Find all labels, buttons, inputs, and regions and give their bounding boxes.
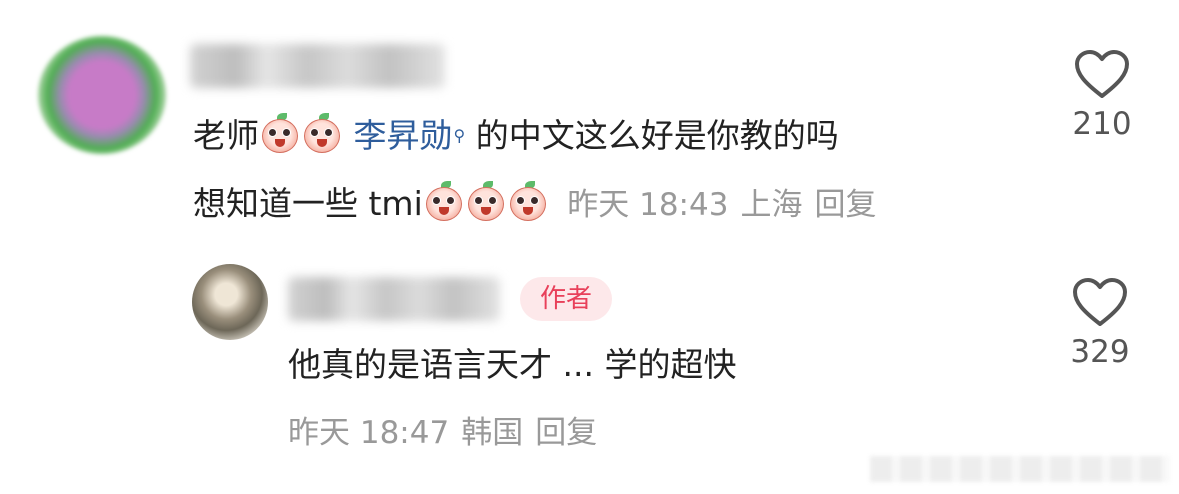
comment-meta: 昨天 18:43 上海 回复 — [567, 187, 888, 223]
comment-reply-button[interactable]: 回复 — [814, 187, 876, 223]
username-redacted[interactable] — [190, 44, 445, 88]
comment-text-line1: 老师 李昇勋⚲ 的中文这么好是你教的吗 — [193, 113, 839, 158]
author-badge: 作者 — [520, 277, 613, 321]
reply-text: 他真的是语言天才 ... 学的超快 — [288, 345, 737, 384]
heart-outline-icon[interactable] — [1073, 48, 1131, 100]
mention-link[interactable]: 李昇勋 — [354, 116, 453, 155]
watermark — [870, 456, 1170, 482]
like-count: 329 — [1070, 334, 1130, 370]
reply-reply-button[interactable]: 回复 — [535, 415, 597, 451]
comment-location: 上海 — [740, 187, 803, 223]
comment-text-suffix: 的中文这么好是你教的吗 — [475, 116, 839, 155]
peach-face-emoji-icon — [508, 181, 548, 222]
reply-location: 韩国 — [461, 415, 524, 451]
reply-username-redacted[interactable] — [288, 277, 500, 321]
peach-face-emoji-icon — [466, 181, 506, 222]
search-mention-icon: ⚲ — [453, 126, 466, 145]
peach-face-emoji-icon — [424, 181, 464, 222]
avatar[interactable] — [38, 36, 166, 154]
heart-outline-icon[interactable] — [1071, 276, 1129, 328]
like-count: 210 — [1072, 106, 1132, 142]
peach-face-emoji-icon — [260, 113, 300, 154]
comment-time: 昨天 18:43 — [567, 187, 729, 223]
reply-avatar[interactable] — [192, 264, 268, 340]
reply-time: 昨天 18:47 — [288, 415, 450, 451]
comment-text-line2: 想知道一些 tmi 昨天 18:43 上海 回复 — [193, 181, 888, 226]
peach-face-emoji-icon — [302, 113, 342, 154]
reply-like[interactable]: 329 — [1060, 276, 1140, 372]
reply-meta: 昨天 18:47 韩国 回复 — [288, 413, 609, 453]
comment-text-prefix: 老师 — [193, 116, 259, 155]
comment-like[interactable]: 210 — [1062, 48, 1142, 144]
comment-text-line2-text: 想知道一些 tmi — [193, 184, 423, 223]
